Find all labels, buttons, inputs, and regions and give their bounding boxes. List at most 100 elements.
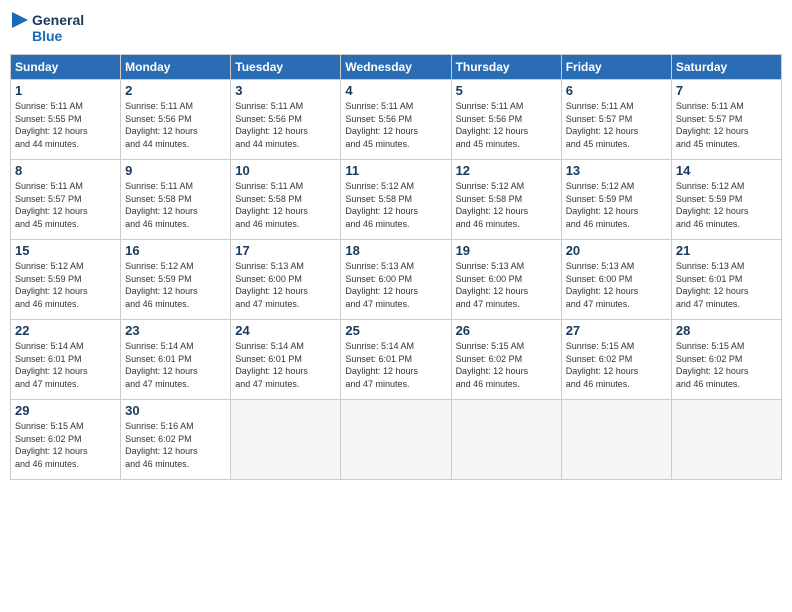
calendar-cell: 14 Sunrise: 5:12 AMSunset: 5:59 PMDaylig… [671,160,781,240]
day-info: Sunrise: 5:12 AMSunset: 5:59 PMDaylight:… [566,180,667,230]
calendar-cell: 15 Sunrise: 5:12 AMSunset: 5:59 PMDaylig… [11,240,121,320]
day-number: 17 [235,243,336,258]
day-info: Sunrise: 5:15 AMSunset: 6:02 PMDaylight:… [456,340,557,390]
day-info: Sunrise: 5:13 AMSunset: 6:01 PMDaylight:… [676,260,777,310]
day-info: Sunrise: 5:16 AMSunset: 6:02 PMDaylight:… [125,420,226,470]
calendar-cell: 26 Sunrise: 5:15 AMSunset: 6:02 PMDaylig… [451,320,561,400]
logo-container: General Blue [10,10,84,46]
day-info: Sunrise: 5:13 AMSunset: 6:00 PMDaylight:… [235,260,336,310]
calendar-cell: 23 Sunrise: 5:14 AMSunset: 6:01 PMDaylig… [121,320,231,400]
weekday-header-row: SundayMondayTuesdayWednesdayThursdayFrid… [11,55,782,80]
day-info: Sunrise: 5:11 AMSunset: 5:58 PMDaylight:… [125,180,226,230]
day-number: 16 [125,243,226,258]
calendar-cell: 22 Sunrise: 5:14 AMSunset: 6:01 PMDaylig… [11,320,121,400]
day-info: Sunrise: 5:11 AMSunset: 5:57 PMDaylight:… [676,100,777,150]
calendar-cell: 29 Sunrise: 5:15 AMSunset: 6:02 PMDaylig… [11,400,121,480]
calendar-cell [341,400,451,480]
day-info: Sunrise: 5:12 AMSunset: 5:59 PMDaylight:… [15,260,116,310]
day-number: 24 [235,323,336,338]
day-number: 25 [345,323,446,338]
day-info: Sunrise: 5:15 AMSunset: 6:02 PMDaylight:… [15,420,116,470]
calendar-cell [451,400,561,480]
calendar-table: SundayMondayTuesdayWednesdayThursdayFrid… [10,54,782,480]
calendar-cell: 6 Sunrise: 5:11 AMSunset: 5:57 PMDayligh… [561,80,671,160]
weekday-header-tuesday: Tuesday [231,55,341,80]
day-info: Sunrise: 5:11 AMSunset: 5:55 PMDaylight:… [15,100,116,150]
day-info: Sunrise: 5:13 AMSunset: 6:00 PMDaylight:… [345,260,446,310]
day-number: 4 [345,83,446,98]
calendar-cell: 19 Sunrise: 5:13 AMSunset: 6:00 PMDaylig… [451,240,561,320]
day-number: 21 [676,243,777,258]
day-number: 14 [676,163,777,178]
calendar-cell: 17 Sunrise: 5:13 AMSunset: 6:00 PMDaylig… [231,240,341,320]
calendar-cell: 25 Sunrise: 5:14 AMSunset: 6:01 PMDaylig… [341,320,451,400]
day-number: 27 [566,323,667,338]
day-info: Sunrise: 5:12 AMSunset: 5:59 PMDaylight:… [676,180,777,230]
day-number: 1 [15,83,116,98]
weekday-header-saturday: Saturday [671,55,781,80]
day-info: Sunrise: 5:12 AMSunset: 5:58 PMDaylight:… [345,180,446,230]
calendar-cell: 1 Sunrise: 5:11 AMSunset: 5:55 PMDayligh… [11,80,121,160]
calendar-week-5: 29 Sunrise: 5:15 AMSunset: 6:02 PMDaylig… [11,400,782,480]
day-number: 13 [566,163,667,178]
day-info: Sunrise: 5:14 AMSunset: 6:01 PMDaylight:… [125,340,226,390]
calendar-cell: 16 Sunrise: 5:12 AMSunset: 5:59 PMDaylig… [121,240,231,320]
calendar-cell: 20 Sunrise: 5:13 AMSunset: 6:00 PMDaylig… [561,240,671,320]
day-number: 6 [566,83,667,98]
calendar-cell: 4 Sunrise: 5:11 AMSunset: 5:56 PMDayligh… [341,80,451,160]
day-number: 18 [345,243,446,258]
calendar-cell [231,400,341,480]
calendar-cell: 28 Sunrise: 5:15 AMSunset: 6:02 PMDaylig… [671,320,781,400]
day-number: 7 [676,83,777,98]
calendar-cell: 9 Sunrise: 5:11 AMSunset: 5:58 PMDayligh… [121,160,231,240]
day-number: 30 [125,403,226,418]
day-number: 26 [456,323,557,338]
day-info: Sunrise: 5:11 AMSunset: 5:56 PMDaylight:… [456,100,557,150]
day-number: 3 [235,83,336,98]
calendar-cell: 13 Sunrise: 5:12 AMSunset: 5:59 PMDaylig… [561,160,671,240]
day-info: Sunrise: 5:11 AMSunset: 5:56 PMDaylight:… [125,100,226,150]
calendar-week-1: 1 Sunrise: 5:11 AMSunset: 5:55 PMDayligh… [11,80,782,160]
day-number: 28 [676,323,777,338]
day-number: 10 [235,163,336,178]
day-info: Sunrise: 5:13 AMSunset: 6:00 PMDaylight:… [566,260,667,310]
calendar-cell: 24 Sunrise: 5:14 AMSunset: 6:01 PMDaylig… [231,320,341,400]
logo: General Blue [10,10,84,46]
day-number: 8 [15,163,116,178]
day-number: 11 [345,163,446,178]
day-number: 12 [456,163,557,178]
day-info: Sunrise: 5:11 AMSunset: 5:56 PMDaylight:… [235,100,336,150]
day-number: 15 [15,243,116,258]
calendar-cell [561,400,671,480]
calendar-cell: 3 Sunrise: 5:11 AMSunset: 5:56 PMDayligh… [231,80,341,160]
calendar-week-2: 8 Sunrise: 5:11 AMSunset: 5:57 PMDayligh… [11,160,782,240]
calendar-cell: 5 Sunrise: 5:11 AMSunset: 5:56 PMDayligh… [451,80,561,160]
day-number: 22 [15,323,116,338]
day-info: Sunrise: 5:14 AMSunset: 6:01 PMDaylight:… [345,340,446,390]
calendar-cell: 21 Sunrise: 5:13 AMSunset: 6:01 PMDaylig… [671,240,781,320]
day-info: Sunrise: 5:14 AMSunset: 6:01 PMDaylight:… [235,340,336,390]
day-number: 2 [125,83,226,98]
logo-blue: Blue [32,28,84,44]
logo-general: General [32,12,84,28]
calendar-cell: 12 Sunrise: 5:12 AMSunset: 5:58 PMDaylig… [451,160,561,240]
day-info: Sunrise: 5:12 AMSunset: 5:59 PMDaylight:… [125,260,226,310]
calendar-cell: 10 Sunrise: 5:11 AMSunset: 5:58 PMDaylig… [231,160,341,240]
day-info: Sunrise: 5:12 AMSunset: 5:58 PMDaylight:… [456,180,557,230]
calendar-cell: 11 Sunrise: 5:12 AMSunset: 5:58 PMDaylig… [341,160,451,240]
weekday-header-monday: Monday [121,55,231,80]
page-header: General Blue [10,10,782,46]
calendar-cell: 7 Sunrise: 5:11 AMSunset: 5:57 PMDayligh… [671,80,781,160]
day-number: 20 [566,243,667,258]
day-number: 29 [15,403,116,418]
calendar-cell: 30 Sunrise: 5:16 AMSunset: 6:02 PMDaylig… [121,400,231,480]
day-info: Sunrise: 5:11 AMSunset: 5:56 PMDaylight:… [345,100,446,150]
day-number: 5 [456,83,557,98]
calendar-cell: 2 Sunrise: 5:11 AMSunset: 5:56 PMDayligh… [121,80,231,160]
day-info: Sunrise: 5:11 AMSunset: 5:57 PMDaylight:… [15,180,116,230]
weekday-header-thursday: Thursday [451,55,561,80]
day-info: Sunrise: 5:15 AMSunset: 6:02 PMDaylight:… [676,340,777,390]
calendar-cell [671,400,781,480]
calendar-cell: 27 Sunrise: 5:15 AMSunset: 6:02 PMDaylig… [561,320,671,400]
day-info: Sunrise: 5:15 AMSunset: 6:02 PMDaylight:… [566,340,667,390]
